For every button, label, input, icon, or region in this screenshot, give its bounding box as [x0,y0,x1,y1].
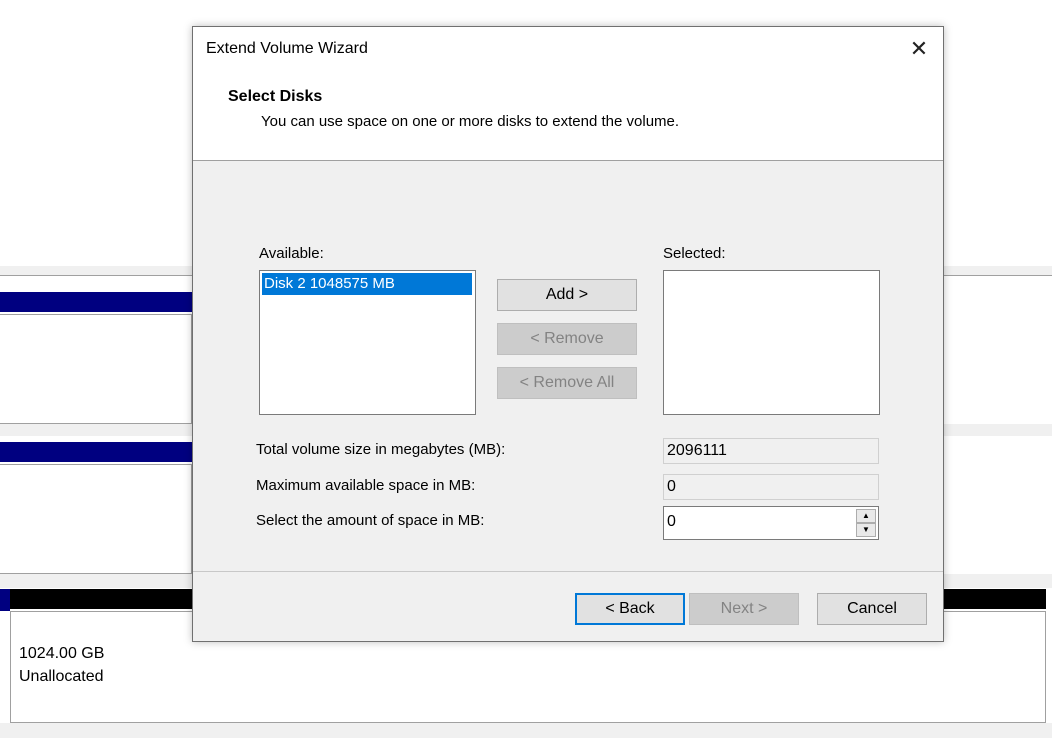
available-label: Available: [259,245,324,262]
spin-up-icon[interactable]: ▲ [856,509,876,523]
footer-divider [193,571,943,572]
selected-disks-list[interactable] [663,270,880,415]
close-icon[interactable]: ✕ [904,35,934,65]
max-space-label: Maximum available space in MB: [256,477,476,494]
page-subheading: You can use space on one or more disks t… [261,113,680,130]
total-size-value: 2096111 [663,438,879,464]
volume-block [0,314,192,424]
available-disks-list[interactable]: Disk 2 1048575 MB [259,270,476,415]
cancel-button[interactable]: Cancel [817,593,927,625]
back-button[interactable]: < Back [575,593,685,625]
unallocated-size: 1024.00 GB [19,645,105,662]
total-size-label: Total volume size in megabytes (MB): [256,441,506,458]
wizard-header: Extend Volume Wizard ✕ Select Disks You … [193,27,943,161]
remove-button[interactable]: < Remove [497,323,637,355]
amount-stepper[interactable]: 0 ▲ ▼ [663,506,879,540]
volume-block [0,464,192,574]
volume-bar [0,292,192,312]
add-button[interactable]: Add > [497,279,637,311]
selected-label: Selected: [663,245,726,262]
extend-volume-wizard-dialog: Extend Volume Wizard ✕ Select Disks You … [192,26,944,642]
dialog-title: Extend Volume Wizard [206,40,368,57]
next-button[interactable]: Next > [689,593,799,625]
volume-bar [0,442,192,462]
remove-all-button[interactable]: < Remove All [497,367,637,399]
disk-row-marker [0,589,10,611]
max-space-value: 0 [663,474,879,500]
list-item[interactable]: Disk 2 1048575 MB [262,273,472,295]
amount-label: Select the amount of space in MB: [256,512,485,529]
spin-down-icon[interactable]: ▼ [856,523,876,537]
page-heading: Select Disks [228,88,323,105]
status-strip [0,723,1052,738]
unallocated-status: Unallocated [19,668,104,685]
amount-value[interactable]: 0 [667,513,676,530]
